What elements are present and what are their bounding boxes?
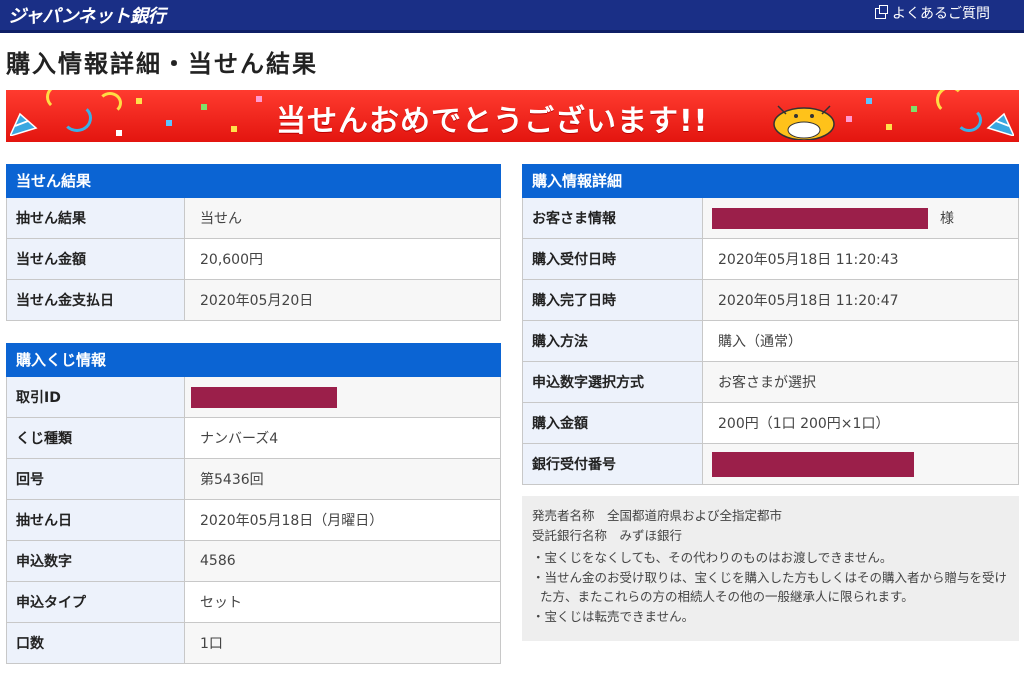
confetti [886,124,892,130]
confetti [911,106,917,112]
row-label: 申込数字 [7,541,185,581]
confetti [136,98,142,104]
row-label: 購入完了日時 [523,280,703,320]
table-row: 当せん金額 20,600円 [6,239,501,280]
top-bar: ジャパンネット銀行 よくあるご質問 [0,0,1024,33]
notes-box: 発売者名称 全国都道府県および全指定都市 受託銀行名称 みずほ銀行 ・宝くじをな… [522,496,1019,641]
confetti [166,120,172,126]
confetti [116,130,122,136]
confetti [231,126,237,132]
table-row: 購入受付日時 2020年05月18日 11:20:43 [522,239,1019,280]
row-label: 購入受付日時 [523,239,703,279]
note-item: ・宝くじをなくしても、その代わりのものはお渡しできません。 [532,550,893,565]
row-value: 20,600円 [185,239,500,279]
row-value: 2020年05月18日 11:20:47 [703,280,1018,320]
row-value: 購入（通常） [703,321,1018,361]
row-label: 購入方法 [523,321,703,361]
row-label: 回号 [7,459,185,499]
faq-label: よくあるご質問 [892,6,990,22]
row-label: お客さま情報 [523,198,703,238]
redacted-customer-name [712,207,928,229]
external-window-icon [875,4,888,19]
streamer-decoration [62,104,92,132]
row-label: 抽せん日 [7,500,185,540]
row-label: 当せん金支払日 [7,280,185,320]
confetti [256,96,262,102]
note-item: ・当せん金のお受け取りは、宝くじを購入した方もしくはその購入者から贈与を受けた方… [532,569,1008,605]
row-value: お客さまが選択 [703,362,1018,402]
honorific: 様 [940,211,954,227]
row-label: 銀行受付番号 [523,444,703,484]
confetti [866,98,872,104]
redacted-bank-receipt-number [712,451,914,477]
row-label: 取引ID [7,377,185,417]
streamer-decoration [956,108,982,132]
redacted-transaction-id [191,386,337,408]
row-value [185,377,500,417]
confetti [846,116,852,122]
streamer-decoration [98,92,122,114]
row-value: 当せん [185,198,500,238]
table-row: 当せん金支払日 2020年05月20日 [6,280,501,321]
table-row: 回号 第5436回 [6,459,501,500]
row-value: 200円（1口 200円×1口） [703,403,1018,443]
table-row: 抽せん日 2020年05月18日（月曜日） [6,500,501,541]
panel-title: 当せん結果 [6,164,501,198]
row-label: 当せん金額 [7,239,185,279]
table-row: 購入方法 購入（通常） [522,321,1019,362]
table-row: 取引ID [6,377,501,418]
mascot-icon [773,105,835,140]
faq-link[interactable]: よくあるご質問 [875,3,990,23]
row-label: 口数 [7,623,185,663]
purchase-details-panel: 購入情報詳細 お客さま情報 様 購入受付日時 2020年05月18日 11:20… [522,164,1019,485]
table-row: 購入完了日時 2020年05月18日 11:20:47 [522,280,1019,321]
table-row: 銀行受付番号 [522,444,1019,485]
row-value: 第5436回 [185,459,500,499]
row-label: くじ種類 [7,418,185,458]
bank-logo[interactable]: ジャパンネット銀行 [8,2,166,28]
panel-title: 購入くじ情報 [6,343,501,377]
bank-name: 受託銀行名称 みずほ銀行 [532,527,683,543]
congratulations-banner: 当せんおめでとうございます!! [6,90,1019,142]
table-row: 申込タイプ セット [6,582,501,623]
row-value: 1口 [185,623,500,663]
row-value: 4586 [185,541,500,581]
party-popper-icon [10,112,38,136]
table-row: 口数 1口 [6,623,501,664]
lottery-info-panel: 購入くじ情報 取引ID くじ種類 ナンバーズ4 回号 第5436回 抽せん日 2… [6,343,501,664]
row-value: 様 [703,198,1018,238]
table-row: お客さま情報 様 [522,198,1019,239]
page-title: 購入情報詳細・当せん結果 [6,50,318,78]
table-row: くじ種類 ナンバーズ4 [6,418,501,459]
row-value [703,444,1018,484]
table-row: 抽せん結果 当せん [6,198,501,239]
table-row: 購入金額 200円（1口 200円×1口） [522,403,1019,444]
row-label: 申込タイプ [7,582,185,622]
note-item: ・宝くじは転売できません。 [532,608,695,624]
seller-name: 発売者名称 全国都道府県および全指定都市 [532,508,783,523]
row-value: ナンバーズ4 [185,418,500,458]
row-label: 購入金額 [523,403,703,443]
row-value: セット [185,582,500,622]
table-row: 申込数字 4586 [6,541,501,582]
row-value: 2020年05月20日 [185,280,500,320]
panel-title: 購入情報詳細 [522,164,1019,198]
table-row: 申込数字選択方式 お客さまが選択 [522,362,1019,403]
party-popper-icon [986,112,1014,136]
confetti [201,104,207,110]
row-value: 2020年05月18日（月曜日） [185,500,500,540]
row-value: 2020年05月18日 11:20:43 [703,239,1018,279]
winning-result-panel: 当せん結果 抽せん結果 当せん 当せん金額 20,600円 当せん金支払日 20… [6,164,501,321]
row-label: 申込数字選択方式 [523,362,703,402]
row-label: 抽せん結果 [7,198,185,238]
banner-text: 当せんおめでとうございます!! [276,104,709,139]
